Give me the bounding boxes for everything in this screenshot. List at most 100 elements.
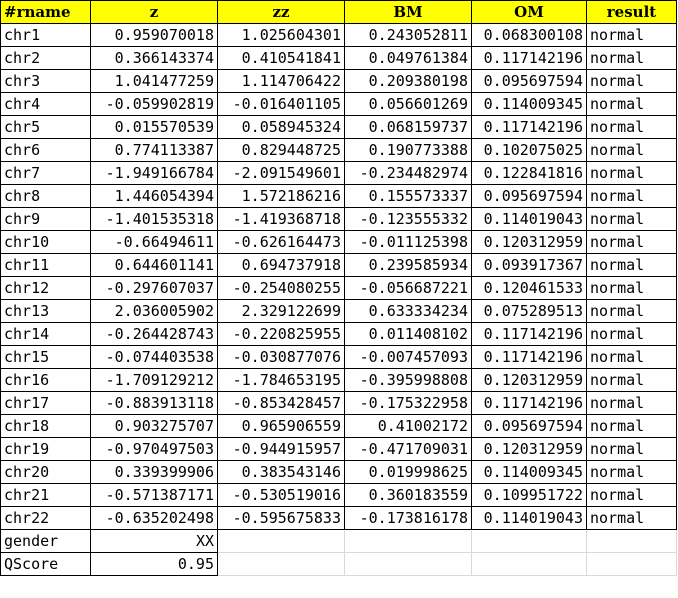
qscore-label-cell[interactable]: QScore: [0, 552, 91, 576]
result-cell[interactable]: normal: [586, 92, 677, 116]
zz-cell[interactable]: -0.030877076: [217, 345, 345, 369]
rname-cell[interactable]: chr17: [0, 391, 91, 415]
gender-label-cell[interactable]: gender: [0, 529, 91, 553]
bm-cell[interactable]: -0.471709031: [344, 437, 472, 461]
bm-cell[interactable]: 0.049761384: [344, 46, 472, 70]
om-cell[interactable]: 0.120461533: [471, 276, 587, 300]
zz-cell[interactable]: 0.410541841: [217, 46, 345, 70]
bm-cell[interactable]: 0.056601269: [344, 92, 472, 116]
bm-cell[interactable]: -0.173816178: [344, 506, 472, 530]
header-cell-rname[interactable]: #rname: [0, 0, 91, 24]
result-cell[interactable]: normal: [586, 299, 677, 323]
z-cell[interactable]: -1.949166784: [90, 161, 218, 185]
bm-cell[interactable]: -0.007457093: [344, 345, 472, 369]
result-cell[interactable]: normal: [586, 322, 677, 346]
result-cell[interactable]: normal: [586, 368, 677, 392]
header-cell-result[interactable]: result: [586, 0, 677, 24]
zz-cell[interactable]: -0.220825955: [217, 322, 345, 346]
om-cell[interactable]: 0.095697594: [471, 414, 587, 438]
om-cell[interactable]: 0.114019043: [471, 506, 587, 530]
rname-cell[interactable]: chr15: [0, 345, 91, 369]
zz-cell[interactable]: -0.944915957: [217, 437, 345, 461]
om-cell[interactable]: 0.075289513: [471, 299, 587, 323]
z-cell[interactable]: 1.041477259: [90, 69, 218, 93]
z-cell[interactable]: 0.015570539: [90, 115, 218, 139]
result-cell[interactable]: normal: [586, 391, 677, 415]
bm-cell[interactable]: 0.633334234: [344, 299, 472, 323]
bm-cell[interactable]: -0.395998808: [344, 368, 472, 392]
om-cell[interactable]: 0.117142196: [471, 115, 587, 139]
z-cell[interactable]: -0.883913118: [90, 391, 218, 415]
zz-cell[interactable]: -0.016401105: [217, 92, 345, 116]
rname-cell[interactable]: chr5: [0, 115, 91, 139]
bm-cell[interactable]: -0.123555332: [344, 207, 472, 231]
om-cell[interactable]: 0.095697594: [471, 69, 587, 93]
om-cell[interactable]: 0.117142196: [471, 345, 587, 369]
bm-cell[interactable]: 0.360183559: [344, 483, 472, 507]
header-cell-om[interactable]: OM: [471, 0, 587, 24]
bm-cell[interactable]: -0.011125398: [344, 230, 472, 254]
zz-cell[interactable]: 0.058945324: [217, 115, 345, 139]
empty-cell[interactable]: [586, 529, 677, 553]
bm-cell[interactable]: 0.209380198: [344, 69, 472, 93]
z-cell[interactable]: -0.635202498: [90, 506, 218, 530]
header-cell-z[interactable]: z: [90, 0, 218, 24]
result-cell[interactable]: normal: [586, 506, 677, 530]
gender-value-cell[interactable]: XX: [90, 529, 218, 553]
zz-cell[interactable]: 0.383543146: [217, 460, 345, 484]
om-cell[interactable]: 0.114009345: [471, 92, 587, 116]
zz-cell[interactable]: -0.254080255: [217, 276, 345, 300]
zz-cell[interactable]: 0.829448725: [217, 138, 345, 162]
z-cell[interactable]: -0.297607037: [90, 276, 218, 300]
empty-cell[interactable]: [344, 552, 472, 576]
om-cell[interactable]: 0.117142196: [471, 322, 587, 346]
z-cell[interactable]: -0.571387171: [90, 483, 218, 507]
rname-cell[interactable]: chr18: [0, 414, 91, 438]
zz-cell[interactable]: -0.626164473: [217, 230, 345, 254]
rname-cell[interactable]: chr2: [0, 46, 91, 70]
result-cell[interactable]: normal: [586, 138, 677, 162]
z-cell[interactable]: 2.036005902: [90, 299, 218, 323]
qscore-value-cell[interactable]: 0.95: [90, 552, 218, 576]
bm-cell[interactable]: -0.234482974: [344, 161, 472, 185]
z-cell[interactable]: 0.903275707: [90, 414, 218, 438]
header-cell-bm[interactable]: BM: [344, 0, 472, 24]
rname-cell[interactable]: chr19: [0, 437, 91, 461]
result-cell[interactable]: normal: [586, 23, 677, 47]
om-cell[interactable]: 0.114019043: [471, 207, 587, 231]
z-cell[interactable]: -0.66494611: [90, 230, 218, 254]
z-cell[interactable]: -1.709129212: [90, 368, 218, 392]
rname-cell[interactable]: chr14: [0, 322, 91, 346]
z-cell[interactable]: -0.074403538: [90, 345, 218, 369]
rname-cell[interactable]: chr3: [0, 69, 91, 93]
empty-cell[interactable]: [471, 529, 587, 553]
om-cell[interactable]: 0.120312959: [471, 437, 587, 461]
om-cell[interactable]: 0.120312959: [471, 368, 587, 392]
rname-cell[interactable]: chr1: [0, 23, 91, 47]
zz-cell[interactable]: -0.530519016: [217, 483, 345, 507]
result-cell[interactable]: normal: [586, 69, 677, 93]
bm-cell[interactable]: -0.056687221: [344, 276, 472, 300]
zz-cell[interactable]: -0.595675833: [217, 506, 345, 530]
rname-cell[interactable]: chr21: [0, 483, 91, 507]
zz-cell[interactable]: 2.329122699: [217, 299, 345, 323]
empty-cell[interactable]: [217, 552, 345, 576]
om-cell[interactable]: 0.102075025: [471, 138, 587, 162]
z-cell[interactable]: 0.644601141: [90, 253, 218, 277]
result-cell[interactable]: normal: [586, 460, 677, 484]
bm-cell[interactable]: 0.068159737: [344, 115, 472, 139]
bm-cell[interactable]: 0.239585934: [344, 253, 472, 277]
bm-cell[interactable]: -0.175322958: [344, 391, 472, 415]
z-cell[interactable]: -0.264428743: [90, 322, 218, 346]
rname-cell[interactable]: chr16: [0, 368, 91, 392]
rname-cell[interactable]: chr9: [0, 207, 91, 231]
zz-cell[interactable]: -0.853428457: [217, 391, 345, 415]
rname-cell[interactable]: chr12: [0, 276, 91, 300]
rname-cell[interactable]: chr4: [0, 92, 91, 116]
z-cell[interactable]: 0.959070018: [90, 23, 218, 47]
empty-cell[interactable]: [344, 529, 472, 553]
om-cell[interactable]: 0.120312959: [471, 230, 587, 254]
result-cell[interactable]: normal: [586, 207, 677, 231]
om-cell[interactable]: 0.095697594: [471, 184, 587, 208]
empty-cell[interactable]: [217, 529, 345, 553]
